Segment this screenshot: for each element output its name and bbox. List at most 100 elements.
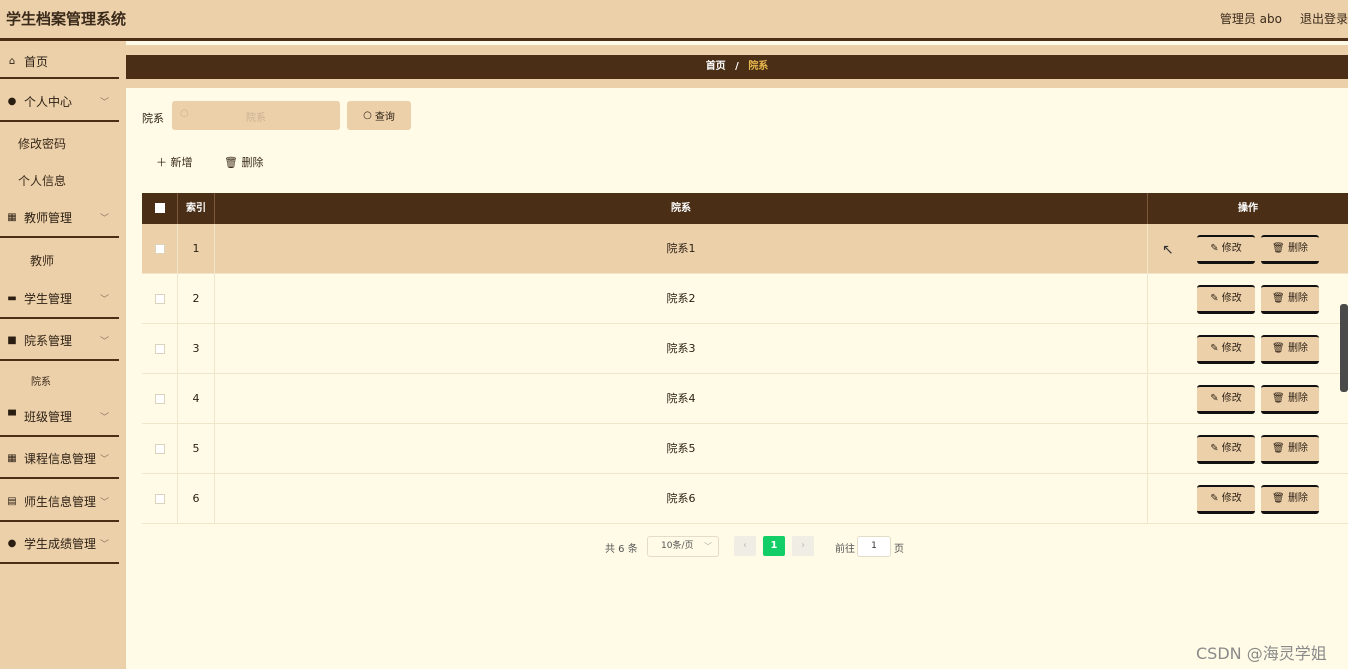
table-row[interactable]: 5 院系5 ✎ 修改 🗑 删除 [142,424,1348,474]
row-actions: ✎ 修改 🗑 删除 [1148,224,1348,274]
row-index: 1 [178,224,215,274]
chevron-down-icon: ﹀ [704,542,712,551]
table-header: 索引 院系 操作 [142,193,1348,224]
sidebar-item-teacher-student-info[interactable]: ▤ 师生信息管理 ﹀ [0,481,119,521]
sidebar-item-grade-management[interactable]: ● 学生成绩管理 ﹀ [0,523,119,563]
sidebar-item-department-management[interactable]: ■ 院系管理 ﹀ [0,320,119,360]
page-size-select[interactable]: 10条/页 ﹀ [647,536,719,557]
prev-page-button[interactable]: ‹ [734,536,756,556]
sidebar-item-class-management[interactable]: ▀ 班级管理 ﹀ [0,396,119,436]
goto-page-input[interactable]: 1 [857,536,891,557]
sidebar-item-course-management[interactable]: ▦ 课程信息管理 ﹀ [0,438,119,478]
logout-link[interactable]: 退出登录 [1300,10,1348,27]
row-index: 3 [178,324,215,374]
search-label: 院系 [142,112,164,125]
checkbox[interactable] [154,444,165,454]
checkbox[interactable] [154,494,165,504]
chevron-down-icon: ﹀ [99,336,109,347]
sidebar-item-department[interactable]: 院系 [31,373,51,388]
trash-icon: 🗑 [1272,493,1285,504]
edit-button-label: 修改 [1221,343,1242,354]
checkbox[interactable] [154,203,165,213]
delete-button-label: 删除 [1287,393,1308,404]
row-select[interactable] [142,324,178,374]
table-row[interactable]: 3 院系3 ✎ 修改 🗑 删除 [142,324,1348,374]
sidebar-item-home[interactable]: ⌂ 首页 [0,41,119,81]
row-actions: ✎ 修改 🗑 删除 [1148,424,1348,474]
row-department-name: 院系1 [215,224,1148,274]
sidebar-item-student-management[interactable]: ▬ 学生管理 ﹀ [0,278,119,318]
header-index: 索引 [178,193,215,224]
add-button-label: 新增 [170,156,193,169]
ticket-icon: ▬ [7,292,17,304]
add-button[interactable]: ＋ 新增 [156,154,193,170]
next-page-button[interactable]: › [792,536,814,556]
sidebar: ⌂ 首页 ● 个人中心 ﹀ 修改密码 个人信息 ▦ 教师管理 ﹀ 教师 ▬ 学生… [0,41,126,669]
search-placeholder: 院系 [246,113,266,124]
goto-unit-label: 页 [894,544,904,555]
delete-button[interactable]: 🗑 删除 [1261,335,1319,364]
edit-button[interactable]: ✎ 修改 [1197,385,1255,414]
chart-icon: ▤ [7,495,17,507]
search-icon: ○ [363,110,372,121]
sidebar-item-label: 班级管理 [24,409,73,424]
sidebar-item-teacher[interactable]: 教师 [30,252,54,269]
edit-button[interactable]: ✎ 修改 [1197,235,1255,264]
edit-button[interactable]: ✎ 修改 [1197,285,1255,314]
table-row[interactable]: 2 院系2 ✎ 修改 🗑 删除 [142,274,1348,324]
sidebar-divider [0,520,119,522]
table-row[interactable]: 4 院系4 ✎ 修改 🗑 删除 [142,374,1348,424]
edit-icon: ✎ [1210,293,1219,304]
trash-icon: 🗑 [1272,293,1285,304]
sidebar-item-personal-center[interactable]: ● 个人中心 ﹀ [0,81,119,121]
edit-button[interactable]: ✎ 修改 [1197,335,1255,364]
row-select[interactable] [142,224,178,274]
search-input[interactable]: ○ 院系 [172,101,340,130]
header-select-all[interactable] [142,193,178,224]
sidebar-item-label: 个人中心 [24,94,73,109]
delete-button[interactable]: 🗑 删除 [1261,435,1319,464]
grid-icon: ▦ [7,452,17,464]
scrollbar-thumb[interactable] [1340,304,1348,392]
sidebar-item-change-password[interactable]: 修改密码 [18,135,66,152]
batch-delete-button[interactable]: 🗑 删除 [224,154,263,170]
row-select[interactable] [142,274,178,324]
breadcrumb-home[interactable]: 首页 [706,61,726,72]
sidebar-item-label: 师生信息管理 [24,494,97,509]
edit-button[interactable]: ✎ 修改 [1197,485,1255,514]
sidebar-divider [0,477,119,479]
admin-user-label[interactable]: 管理员 abo [1220,10,1282,27]
checkbox[interactable] [154,394,165,404]
row-select[interactable] [142,374,178,424]
edit-icon: ✎ [1210,393,1219,404]
box-icon: ■ [7,334,17,346]
header-actions: 操作 [1238,203,1258,214]
mouse-cursor-icon: ↖ [1162,242,1174,258]
chevron-down-icon: ﹀ [99,497,109,508]
delete-button[interactable]: 🗑 删除 [1261,235,1319,264]
edit-button[interactable]: ✎ 修改 [1197,435,1255,464]
checkbox[interactable] [154,294,165,304]
row-index: 2 [178,274,215,324]
delete-button[interactable]: 🗑 删除 [1261,485,1319,514]
chevron-down-icon: ﹀ [99,97,109,108]
briefcase-icon: ▀ [8,410,16,422]
delete-button[interactable]: 🗑 删除 [1261,285,1319,314]
chevron-down-icon: ﹀ [99,294,109,305]
checkbox[interactable] [154,244,165,254]
top-bar: 学生档案管理系统 管理员 abo 退出登录 [0,0,1348,38]
sidebar-item-personal-info[interactable]: 个人信息 [18,172,66,189]
sidebar-item-label: 学生成绩管理 [24,536,97,551]
delete-button[interactable]: 🗑 删除 [1261,385,1319,414]
row-select[interactable] [142,474,178,524]
row-select[interactable] [142,424,178,474]
delete-button-label: 删除 [1287,493,1308,504]
delete-button-label: 删除 [1287,343,1308,354]
sidebar-item-label: 教师管理 [24,210,73,225]
checkbox[interactable] [154,344,165,354]
page-number-current[interactable]: 1 [763,536,785,556]
row-actions: ✎ 修改 🗑 删除 [1148,474,1348,524]
query-button[interactable]: ○ 查询 [347,101,411,130]
table-row[interactable]: 6 院系6 ✎ 修改 🗑 删除 [142,474,1348,524]
sidebar-item-teacher-management[interactable]: ▦ 教师管理 ﹀ [0,197,119,237]
